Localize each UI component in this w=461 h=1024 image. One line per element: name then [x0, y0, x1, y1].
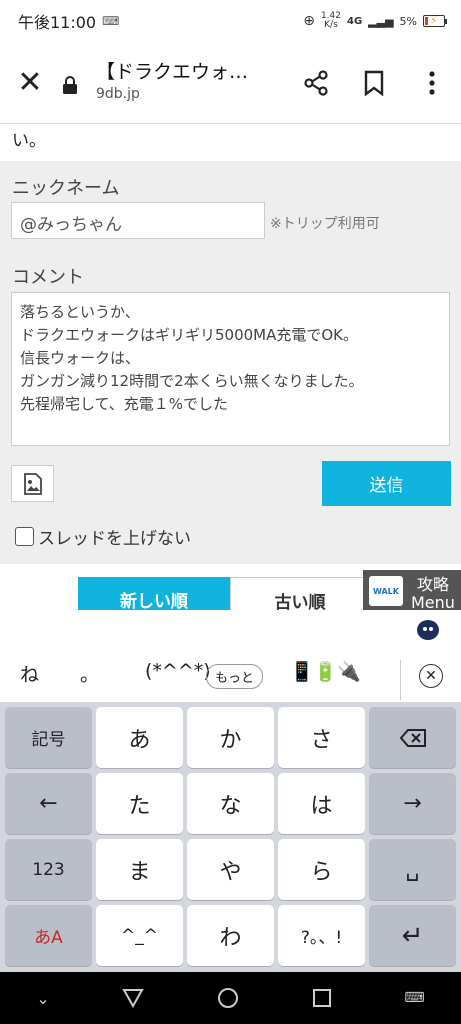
browser-toolbar: ✕ 【ドラクエウォ… 9db.jp	[0, 42, 461, 124]
key-sa[interactable]: さ	[278, 707, 365, 768]
comment-line: ドラクエウォークはギリギリ5000MA充電でOK。	[20, 326, 359, 344]
battery-icon: ⚡	[423, 14, 447, 27]
page-url: 9db.jp	[96, 85, 140, 102]
key-ma[interactable]: ま	[96, 839, 183, 900]
candidate-row: ね 。 (*^^*) もっと 📱🔋🔌 ✕	[0, 660, 461, 700]
page-title: 【ドラクエウォ…	[96, 60, 249, 83]
status-bar: 午後11:00 ⌨ ⊕ 1.42 K/s 4G ▂▃▅ 5% ⚡	[0, 0, 461, 42]
keyboard-assistant-icon[interactable]	[417, 620, 439, 640]
nickname-label: ニックネーム	[12, 178, 120, 199]
sort-old-tab[interactable]: 古い順	[230, 577, 370, 610]
key-symbols[interactable]: 記号	[5, 707, 92, 768]
key-punctuation[interactable]: ?。、!	[278, 905, 365, 966]
candidate[interactable]: 。	[80, 660, 99, 687]
candidate[interactable]: 📱🔋🔌	[290, 660, 361, 683]
image-icon	[23, 472, 42, 495]
no-age-checkbox[interactable]	[15, 527, 34, 546]
no-age-option[interactable]: スレッドを上げない	[15, 524, 191, 549]
key-input-mode[interactable]: あA	[5, 905, 92, 966]
candidate[interactable]: ね	[20, 660, 39, 687]
data-saver-icon: ⊕	[303, 13, 315, 29]
backspace-key[interactable]	[369, 707, 456, 768]
keyboard-indicator-icon: ⌨	[102, 14, 120, 28]
keyboard-suggestion-bar: ね 。 (*^^*) もっと 📱🔋🔌 ✕	[0, 610, 461, 702]
network-speed-unit: K/s	[324, 20, 338, 30]
status-indicators: ⊕ 1.42 K/s 4G ▂▃▅ 5% ⚡	[303, 12, 447, 30]
key-right-arrow[interactable]: →	[369, 773, 456, 834]
bookmark-icon[interactable]	[345, 70, 403, 96]
comment-textarea[interactable]: 落ちるというか、 ドラクエウォークはギリギリ5000MA充電でOK。 信長ウォー…	[11, 292, 450, 446]
key-ka[interactable]: か	[187, 707, 274, 768]
backspace-icon	[399, 728, 426, 747]
trip-note: ※トリップ利用可	[270, 216, 380, 232]
signal-bars-icon: ▂▃▅	[368, 14, 394, 28]
menu-label-line1: 攻略	[416, 575, 449, 594]
chevron-down-icon[interactable]: ⌄	[36, 989, 49, 1008]
key-na[interactable]: な	[187, 773, 274, 834]
candidate[interactable]: (*^^*)	[145, 660, 211, 682]
send-button[interactable]: 送信	[322, 461, 451, 506]
keyboard-switch-icon[interactable]: ⌨	[404, 990, 424, 1006]
page-content: い。 ニックネーム @みっちゃん ※トリップ利用可 コメント 落ちるというか、 …	[0, 124, 461, 610]
key-a[interactable]: あ	[96, 707, 183, 768]
key-ra[interactable]: ら	[278, 839, 365, 900]
key-left-arrow[interactable]: ←	[5, 773, 92, 834]
close-candidates-icon[interactable]: ✕	[419, 664, 443, 688]
key-space[interactable]: ␣	[369, 839, 456, 900]
key-ha[interactable]: は	[278, 773, 365, 834]
strategy-menu-button[interactable]: WALK 攻略 Menu	[363, 570, 461, 610]
comment-line: 落ちるというか、	[20, 303, 140, 321]
nickname-input[interactable]: @みっちゃん	[11, 202, 265, 239]
more-options-icon[interactable]	[403, 70, 461, 95]
home-icon[interactable]	[217, 987, 239, 1009]
image-upload-button[interactable]	[11, 465, 54, 502]
key-emoticon[interactable]: ^_^	[96, 905, 183, 966]
menu-label-line2: Menu	[411, 593, 455, 611]
close-icon[interactable]: ✕	[0, 65, 60, 100]
key-wa[interactable]: わ	[187, 905, 274, 966]
back-icon[interactable]	[122, 988, 145, 1008]
signal-icon: 4G	[346, 15, 363, 27]
key-numbers[interactable]: 123	[5, 839, 92, 900]
share-icon[interactable]	[287, 69, 345, 96]
page-title-area[interactable]: 【ドラクエウォ… 9db.jp	[96, 61, 287, 105]
key-ta[interactable]: た	[96, 773, 183, 834]
network-speed: 1.42 K/s	[321, 12, 341, 30]
comment-line: 先程帰宅して、充電１%でした	[20, 395, 229, 413]
no-age-label: スレッドを上げない	[38, 529, 191, 549]
walk-logo: WALK	[369, 576, 403, 606]
system-nav-bar: ⌄ ⌨	[0, 972, 461, 1024]
recents-icon[interactable]	[312, 988, 332, 1008]
key-ya[interactable]: や	[187, 839, 274, 900]
status-time: 午後11:00	[18, 13, 97, 32]
enter-key[interactable]: ↵	[369, 905, 456, 966]
lock-icon[interactable]	[60, 72, 80, 94]
comment-line: ガンガン減り12時間で2本くらい無くなりました。	[20, 372, 364, 390]
divider	[400, 660, 401, 700]
sort-new-tab[interactable]: 新しい順	[78, 577, 230, 610]
more-candidates-button[interactable]: もっと	[206, 664, 264, 689]
previous-text: い。	[0, 124, 461, 161]
comment-line: 信長ウォークは、	[20, 349, 141, 367]
japanese-keyboard: 記号 あ か さ ← た な は → 123 ま や ら ␣ あA ^_^ わ …	[0, 702, 461, 972]
comment-label: コメント	[12, 267, 84, 288]
battery-percent: 5%	[399, 14, 417, 28]
